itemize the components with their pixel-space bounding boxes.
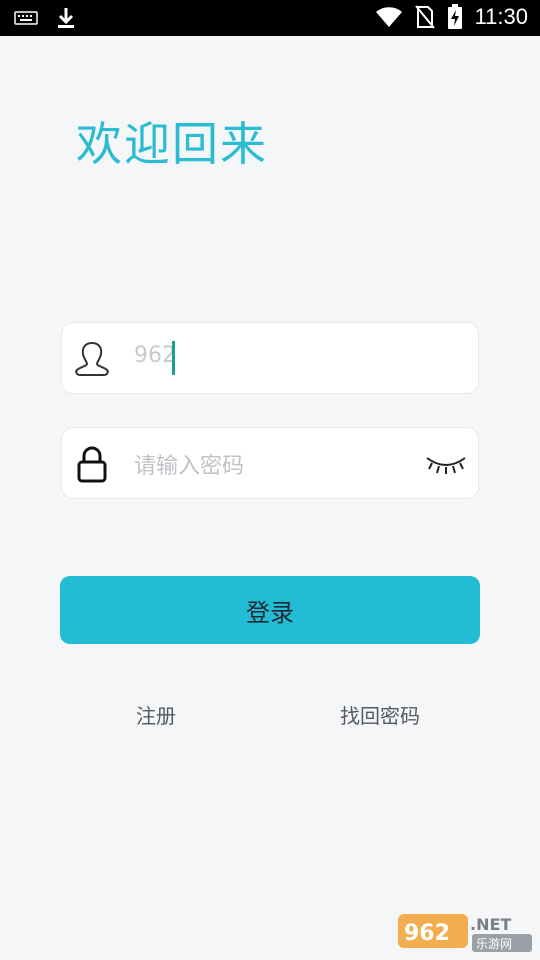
text-caret <box>172 341 175 375</box>
password-field[interactable]: 请输入密码 <box>61 427 479 499</box>
download-icon <box>58 8 74 28</box>
wifi-icon <box>375 7 402 27</box>
status-right: 11:30 <box>375 4 528 30</box>
login-button[interactable]: 登录 <box>60 576 480 644</box>
svg-text:962: 962 <box>404 921 450 946</box>
password-input[interactable]: 请输入密码 <box>134 448 244 480</box>
status-left <box>14 6 76 30</box>
username-field[interactable]: 962 <box>61 322 479 394</box>
eye-closed-icon[interactable] <box>424 450 468 478</box>
register-link[interactable]: 注册 <box>136 700 176 729</box>
user-icon <box>75 341 109 376</box>
status-time: 11:30 <box>474 4 528 29</box>
keyboard-icon <box>14 11 38 25</box>
forgot-password-link[interactable]: 找回密码 <box>340 700 420 729</box>
lock-icon <box>77 446 107 483</box>
no-sim-icon <box>414 5 435 29</box>
battery-charging-icon <box>447 4 462 29</box>
username-input[interactable]: 962 <box>134 343 176 368</box>
svg-text:乐游网: 乐游网 <box>476 937 512 951</box>
svg-text:.NET: .NET <box>470 915 511 934</box>
welcome-title: 欢迎回来 <box>76 117 268 171</box>
status-bar: 11:30 <box>0 0 540 36</box>
watermark-logo: 962 .NET 乐游网 <box>398 914 532 952</box>
